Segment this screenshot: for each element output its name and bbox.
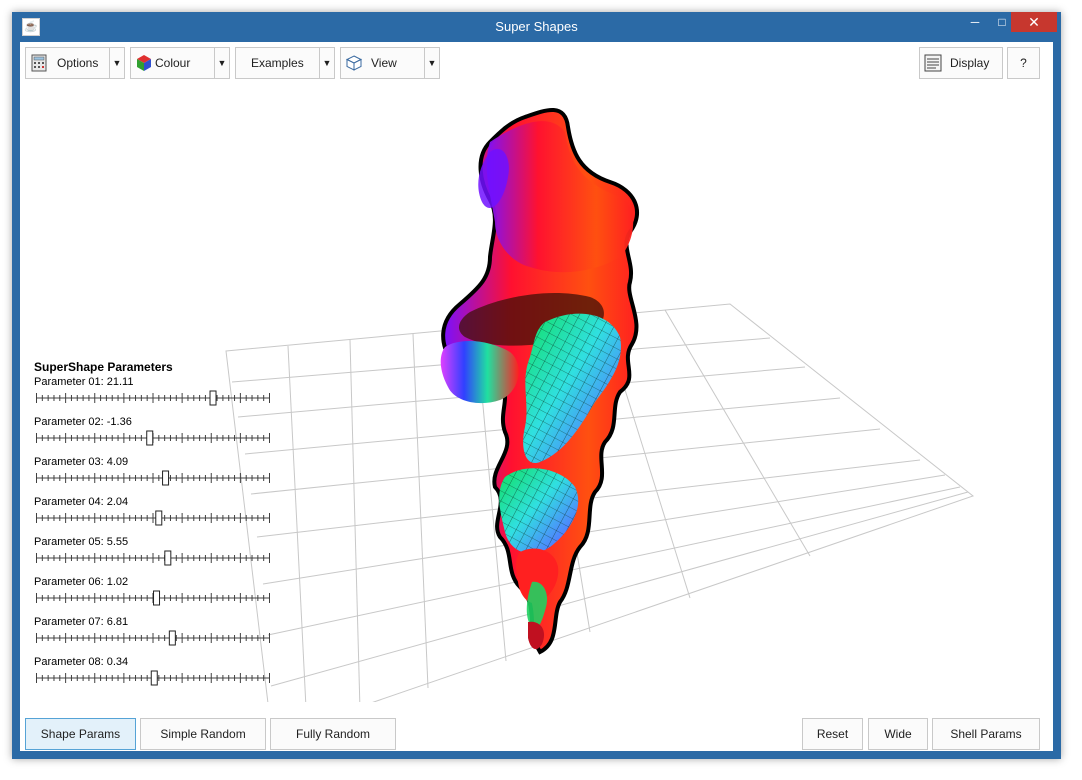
display-button[interactable]: Display (919, 47, 1003, 79)
colour-button[interactable]: Colour ▼ (130, 47, 230, 79)
options-label: Options (57, 56, 99, 70)
parameter-slider[interactable] (36, 430, 270, 446)
view-cube-icon (345, 55, 363, 71)
colour-dropdown-arrow[interactable]: ▼ (214, 48, 229, 78)
parameter-row: Parameter 07: 6.81 (34, 616, 279, 646)
super-shape-model (440, 108, 640, 655)
display-panel-icon (924, 54, 942, 72)
parameter-label: Parameter 02: -1.36 (34, 416, 132, 428)
view-button[interactable]: View ▼ (340, 47, 440, 79)
help-button[interactable]: ? (1007, 47, 1040, 79)
parameter-label: Parameter 08: 0.34 (34, 656, 129, 668)
parameter-row: Parameter 06: 1.02 (34, 576, 279, 606)
parameter-row: Parameter 04: 2.04 (34, 496, 279, 526)
display-label: Display (950, 56, 990, 70)
window-title: Super Shapes (495, 19, 578, 34)
parameter-row: Parameter 08: 0.34 (34, 656, 279, 686)
title-bar[interactable]: ☕ Super Shapes ─ □ ✕ (12, 12, 1061, 42)
view-label: View (371, 56, 397, 70)
slider-thumb (153, 590, 161, 606)
fully-random-button[interactable]: Fully Random (270, 718, 396, 750)
parameter-slider[interactable] (36, 630, 270, 646)
colour-label: Colour (155, 56, 191, 70)
examples-dropdown-arrow[interactable]: ▼ (319, 48, 334, 78)
parameter-row: Parameter 05: 5.55 (34, 536, 279, 566)
parameter-row: Parameter 01: 21.11 (34, 376, 279, 406)
parameter-label: Parameter 01: 21.11 (34, 376, 134, 388)
slider-thumb (155, 510, 163, 526)
options-dropdown-arrow[interactable]: ▼ (109, 48, 124, 78)
parameter-label: Parameter 04: 2.04 (34, 496, 129, 508)
parameter-label: Parameter 06: 1.02 (34, 576, 129, 588)
slider-thumb (146, 430, 154, 446)
slider-thumb (150, 670, 158, 686)
options-button[interactable]: Options ▼ (25, 47, 125, 79)
parameter-slider[interactable] (36, 670, 270, 686)
minimize-button[interactable]: ─ (964, 12, 986, 32)
examples-label: Examples (251, 56, 304, 70)
colour-cube-icon (137, 55, 151, 71)
parameter-label: Parameter 03: 4.09 (34, 456, 129, 468)
calculator-icon (31, 54, 47, 72)
parameter-row: Parameter 03: 4.09 (34, 456, 279, 486)
parameter-label: Parameter 07: 6.81 (34, 616, 129, 628)
reset-button[interactable]: Reset (802, 718, 863, 750)
parameter-slider[interactable] (36, 390, 270, 406)
parameter-slider[interactable] (36, 510, 270, 526)
slider-thumb (162, 470, 170, 486)
parameter-label: Parameter 05: 5.55 (34, 536, 129, 548)
close-button[interactable]: ✕ (1011, 12, 1057, 32)
slider-thumb (168, 630, 176, 646)
client-area: Options ▼ Colour ▼ Examples ▼ View ▼ Dis… (20, 42, 1053, 751)
parameter-slider[interactable] (36, 470, 270, 486)
wide-button[interactable]: Wide (868, 718, 928, 750)
examples-button[interactable]: Examples ▼ (235, 47, 335, 79)
parameter-row: Parameter 02: -1.36 (34, 416, 279, 446)
view-dropdown-arrow[interactable]: ▼ (424, 48, 439, 78)
shape-params-button[interactable]: Shape Params (25, 718, 136, 750)
simple-random-button[interactable]: Simple Random (140, 718, 266, 750)
slider-thumb (164, 550, 172, 566)
app-window: ☕ Super Shapes ─ □ ✕ Options ▼ Colour ▼ (12, 12, 1061, 759)
shell-params-button[interactable]: Shell Params (932, 718, 1040, 750)
parameter-slider[interactable] (36, 590, 270, 606)
parameter-slider[interactable] (36, 550, 270, 566)
parameters-title: SuperShape Parameters (34, 360, 173, 374)
slider-thumb (209, 390, 217, 406)
